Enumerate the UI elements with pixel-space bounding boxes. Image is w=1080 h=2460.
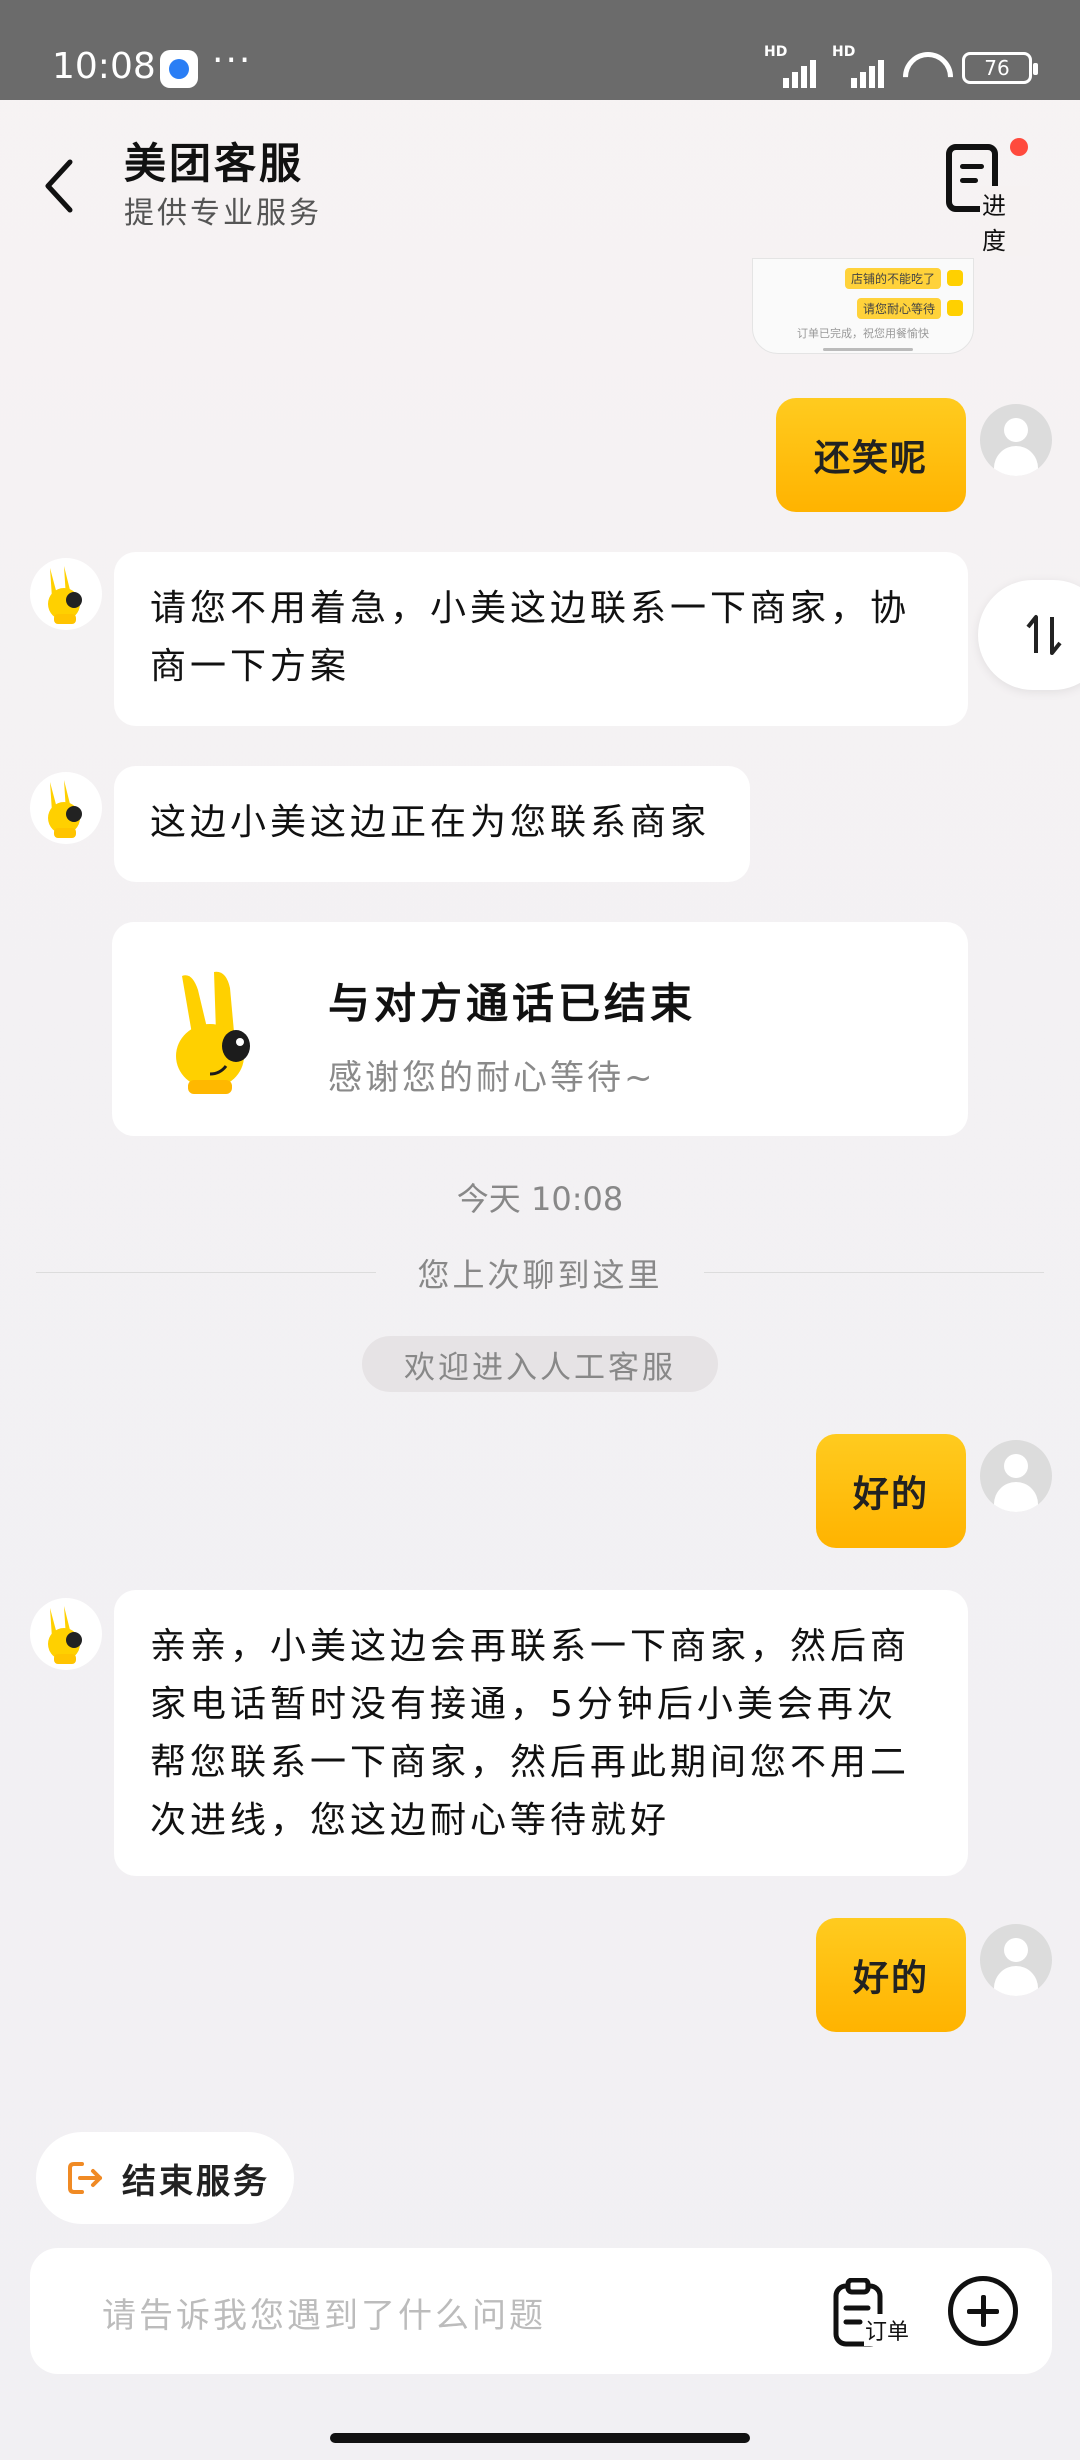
- bot-avatar: [30, 772, 102, 844]
- notification-dot: [1010, 138, 1028, 156]
- mascot-icon: [48, 780, 82, 838]
- wifi-icon: [900, 50, 946, 86]
- call-card-title: 与对方通话已结束: [328, 979, 697, 1028]
- order-button[interactable]: 订单: [830, 2277, 920, 2350]
- thumb-footer: 订单已完成，祝您用餐愉快: [797, 327, 929, 340]
- user-avatar: [980, 1440, 1052, 1512]
- system-timestamp: 今天 10:08: [456, 1180, 624, 1218]
- plus-icon[interactable]: [948, 2276, 1018, 2346]
- status-time: 10:08: [52, 46, 156, 87]
- message-input-bar: 请告诉我您遇到了什么问题 订单: [30, 2248, 1052, 2374]
- divider-text: 您上次聊到这里: [417, 1256, 663, 1294]
- progress-button[interactable]: 进度: [940, 138, 1030, 256]
- status-bar: 10:08 ··· HD HD 76: [0, 0, 1080, 100]
- order-label: 订单: [864, 2314, 911, 2346]
- bot-message-bubble: 这边小美这边正在为您联系商家: [114, 766, 750, 882]
- mascot-icon: [164, 970, 264, 1100]
- cellular-signal-icon: HD: [764, 44, 816, 88]
- thumb-text-1: 店铺的不能吃了: [844, 267, 941, 289]
- page-title: 美团客服: [124, 139, 305, 188]
- progress-label: 进度: [980, 186, 1030, 256]
- back-arrow-icon[interactable]: [40, 158, 80, 213]
- bot-avatar: [30, 1598, 102, 1670]
- user-avatar: [980, 404, 1052, 476]
- image-message-thumbnail[interactable]: 店铺的不能吃了 请您耐心等待 订单已完成，祝您用餐愉快: [752, 258, 974, 354]
- user-avatar: [980, 1924, 1052, 1996]
- app-notification-icon: [160, 50, 198, 88]
- thumb-text-2: 请您耐心等待: [856, 297, 941, 319]
- cellular-signal-2-icon: HD: [832, 44, 884, 88]
- call-ended-card: 与对方通话已结束 感谢您的耐心等待~: [112, 922, 968, 1136]
- divider-line: [704, 1272, 1044, 1273]
- more-notifications-icon: ···: [212, 40, 253, 81]
- mascot-mini-icon: [947, 270, 963, 286]
- system-notice-pill: 欢迎进入人工客服: [362, 1336, 718, 1392]
- user-message-bubble: 还笑呢: [776, 398, 966, 512]
- call-card-subtitle: 感谢您的耐心等待~: [328, 1058, 656, 1098]
- scroll-toggle-button[interactable]: [978, 580, 1080, 690]
- mascot-icon: [48, 1606, 82, 1664]
- page-subtitle: 提供专业服务: [124, 196, 322, 231]
- status-indicators: HD HD 76: [764, 44, 1038, 88]
- mascot-icon: [48, 566, 82, 624]
- thumb-scrollbar: [823, 348, 913, 351]
- end-service-label: 结束服务: [122, 2161, 270, 2202]
- user-message-bubble: 好的: [816, 1918, 966, 2032]
- bot-message-bubble: 请您不用着急，小美这边联系一下商家，协商一下方案: [114, 552, 968, 726]
- exit-icon: [68, 2162, 102, 2194]
- bot-avatar: [30, 558, 102, 630]
- mascot-mini-icon: [947, 300, 963, 316]
- end-service-button[interactable]: 结束服务: [36, 2132, 294, 2224]
- user-message-bubble: 好的: [816, 1434, 966, 1548]
- bot-message-bubble: 亲亲，小美这边会再联系一下商家，然后商家电话暂时没有接通，5分钟后小美会再次帮您…: [114, 1590, 968, 1876]
- history-divider: 您上次聊到这里: [36, 1250, 1044, 1296]
- message-input[interactable]: 请告诉我您遇到了什么问题: [102, 2288, 546, 2337]
- chat-header: 美团客服 提供专业服务 进度: [0, 100, 1080, 256]
- swap-vertical-icon: [1026, 615, 1062, 655]
- home-indicator[interactable]: [330, 2433, 750, 2443]
- battery-icon: 76: [962, 52, 1038, 84]
